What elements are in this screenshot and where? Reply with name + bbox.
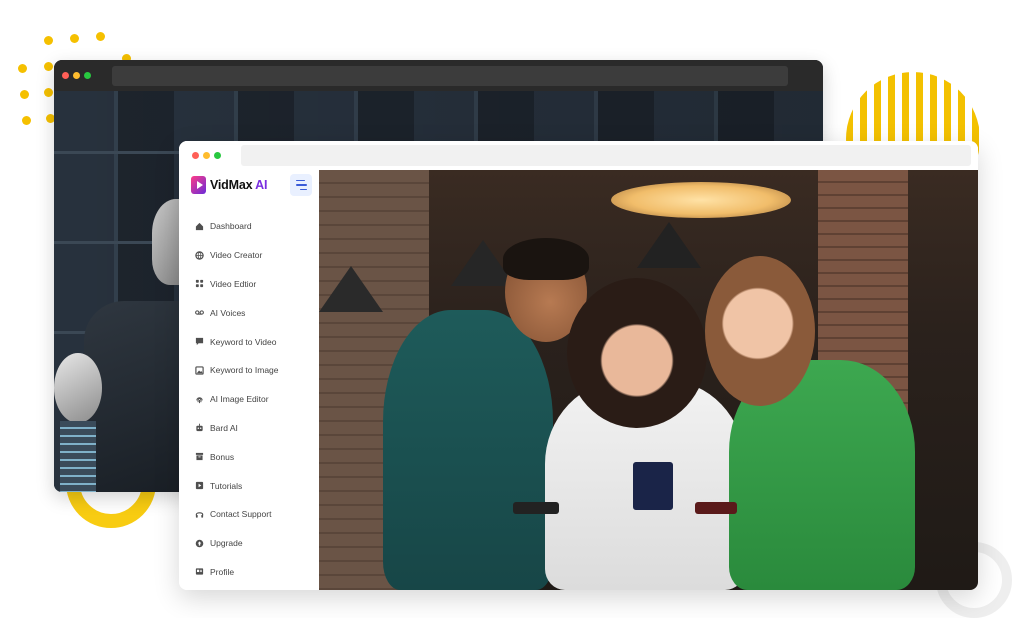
front-address-bar[interactable] <box>241 145 971 166</box>
sidebar-item-tutorials[interactable]: Tutorials <box>195 471 279 500</box>
sidebar-item-label: AI Image Editor <box>210 394 269 405</box>
sidebar-item-label: Bonus <box>210 451 235 462</box>
sidebar-item-label: Keyword to Image <box>210 365 279 376</box>
back-address-bar[interactable] <box>112 66 788 86</box>
sidebar-item-label: Contact Support <box>210 509 272 520</box>
window-minimize-dot[interactable] <box>203 152 210 159</box>
brand-name: VidMax AI <box>210 178 268 192</box>
sidebar-item-label: Dashboard <box>210 221 252 232</box>
person-left-hoodie <box>383 310 553 590</box>
sidebar: VidMax AI Dashboard Video Creator Video … <box>179 170 319 590</box>
phone-left <box>513 502 559 514</box>
sidebar-item-bonus[interactable]: Bonus <box>195 442 279 471</box>
play-logo-icon <box>191 176 206 194</box>
sidebar-item-label: Video Creator <box>210 250 263 261</box>
window-close-dot[interactable] <box>192 152 199 159</box>
globe-icon <box>195 250 204 260</box>
menu-toggle-button[interactable] <box>290 174 312 196</box>
pendant-lamp-small <box>637 222 701 268</box>
play-square-icon <box>195 481 204 490</box>
sidebar-item-label: Video Edtior <box>210 278 257 289</box>
sidebar-item-label: Upgrade <box>210 538 243 549</box>
phone-center <box>633 462 673 510</box>
brand-logo[interactable]: VidMax AI <box>191 176 267 194</box>
image-icon <box>195 366 204 375</box>
sidebar-item-label: Keyword to Video <box>210 336 277 347</box>
sidebar-item-profile[interactable]: Profile <box>195 558 279 587</box>
sidebar-item-label: Tutorials <box>210 480 243 491</box>
pendant-lamp <box>611 182 791 218</box>
sidebar-item-ai-image-editor[interactable]: AI Image Editor <box>195 385 279 414</box>
upgrade-icon <box>195 539 204 548</box>
back-browser-titlebar <box>54 60 823 91</box>
front-browser-titlebar <box>179 141 978 171</box>
window-maximize-dot[interactable] <box>214 152 221 159</box>
sidebar-item-label: AI Voices <box>210 307 246 318</box>
sidebar-item-video-editor[interactable]: Video Edtior <box>195 270 279 299</box>
sidebar-item-keyword-to-image[interactable]: Keyword to Image <box>195 356 279 385</box>
sidebar-item-dashboard[interactable]: Dashboard <box>195 212 279 241</box>
archive-icon <box>195 452 204 461</box>
window-minimize-dot[interactable] <box>73 72 80 79</box>
headset-icon <box>195 510 204 519</box>
id-card-icon <box>195 567 204 576</box>
person-right-head <box>705 256 815 406</box>
sidebar-item-video-creator[interactable]: Video Creator <box>195 241 279 270</box>
sidebar-item-keyword-to-video[interactable]: Keyword to Video <box>195 327 279 356</box>
sidebar-item-label: Bard AI <box>210 422 238 433</box>
bot-icon <box>195 423 204 432</box>
sidebar-item-contact-support[interactable]: Contact Support <box>195 500 279 529</box>
sidebar-item-bard-ai[interactable]: Bard AI <box>195 414 279 443</box>
window-close-dot[interactable] <box>62 72 69 79</box>
sidebar-item-label: Profile <box>210 566 235 577</box>
phone-right <box>695 502 737 514</box>
sidebar-item-ai-voices[interactable]: AI Voices <box>195 298 279 327</box>
home-icon <box>195 222 204 231</box>
grid-icon <box>195 279 204 288</box>
pendant-lamp-left <box>319 266 383 312</box>
window-maximize-dot[interactable] <box>84 72 91 79</box>
person-center-head <box>567 278 707 428</box>
message-icon <box>195 337 204 346</box>
sidebar-item-upgrade[interactable]: Upgrade <box>195 529 279 558</box>
voicemail-icon <box>195 308 204 317</box>
front-browser-window: VidMax AI Dashboard Video Creator Video … <box>179 141 978 590</box>
sidebar-nav: Dashboard Video Creator Video Edtior AI … <box>195 212 279 586</box>
robot-arm-shape <box>60 421 96 492</box>
robot-shoulder-shape <box>54 353 102 423</box>
fingerprint-icon <box>195 395 204 404</box>
hero-photo-friends-with-phones <box>319 170 978 590</box>
